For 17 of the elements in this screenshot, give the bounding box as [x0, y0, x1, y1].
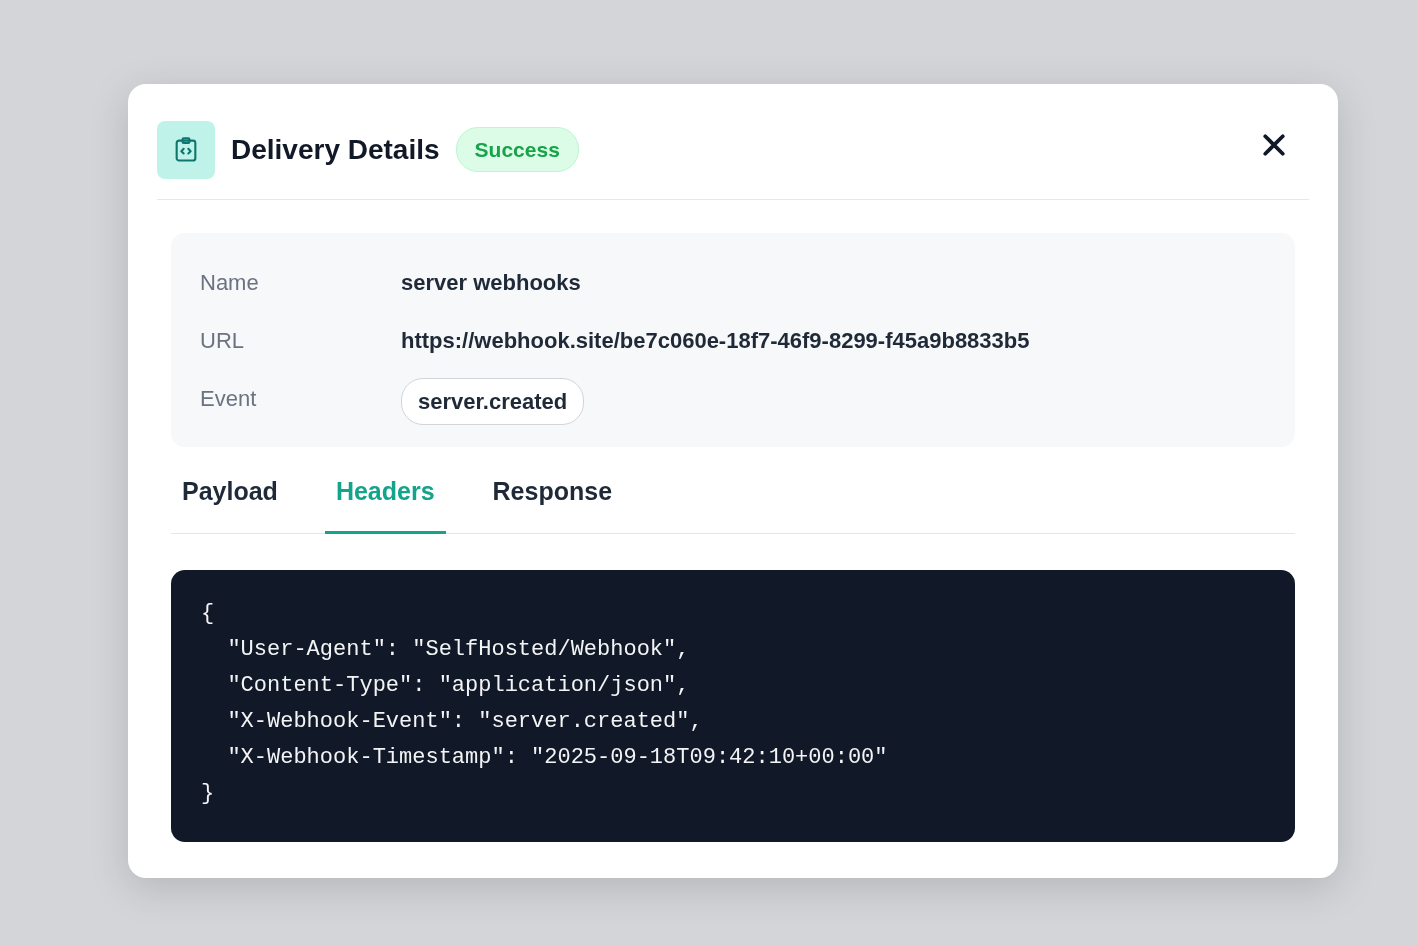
code-clipboard-icon — [157, 120, 215, 179]
dialog-title: Delivery Details — [231, 132, 440, 167]
tab[interactable]: Response — [481, 461, 624, 534]
field-label: URL — [200, 326, 245, 355]
event-tag: server.created — [401, 377, 585, 425]
field-value: server webhooks — [401, 268, 581, 297]
code-line: "User-Agent": "SelfHosted/Webhook", — [226, 636, 690, 662]
status-badge: Success — [455, 126, 579, 173]
code-line: } — [201, 780, 215, 806]
code-line: "X-Webhook-Event": "server.created", — [226, 708, 703, 734]
field-label: Event — [200, 384, 258, 413]
code-line: "Content-Type": "application/json", — [226, 672, 690, 698]
code-line: { — [201, 600, 215, 626]
field-value: https://webhook.site/be7c060e-18f7-46f9-8299-f45a9b8833b5 — [401, 326, 1030, 355]
code-line: "X-Webhook-Timestamp": "2025-09-18T09:42:10+00:00" — [226, 744, 888, 770]
tab[interactable]: Payload — [171, 461, 289, 534]
field-label: Name — [200, 268, 260, 297]
